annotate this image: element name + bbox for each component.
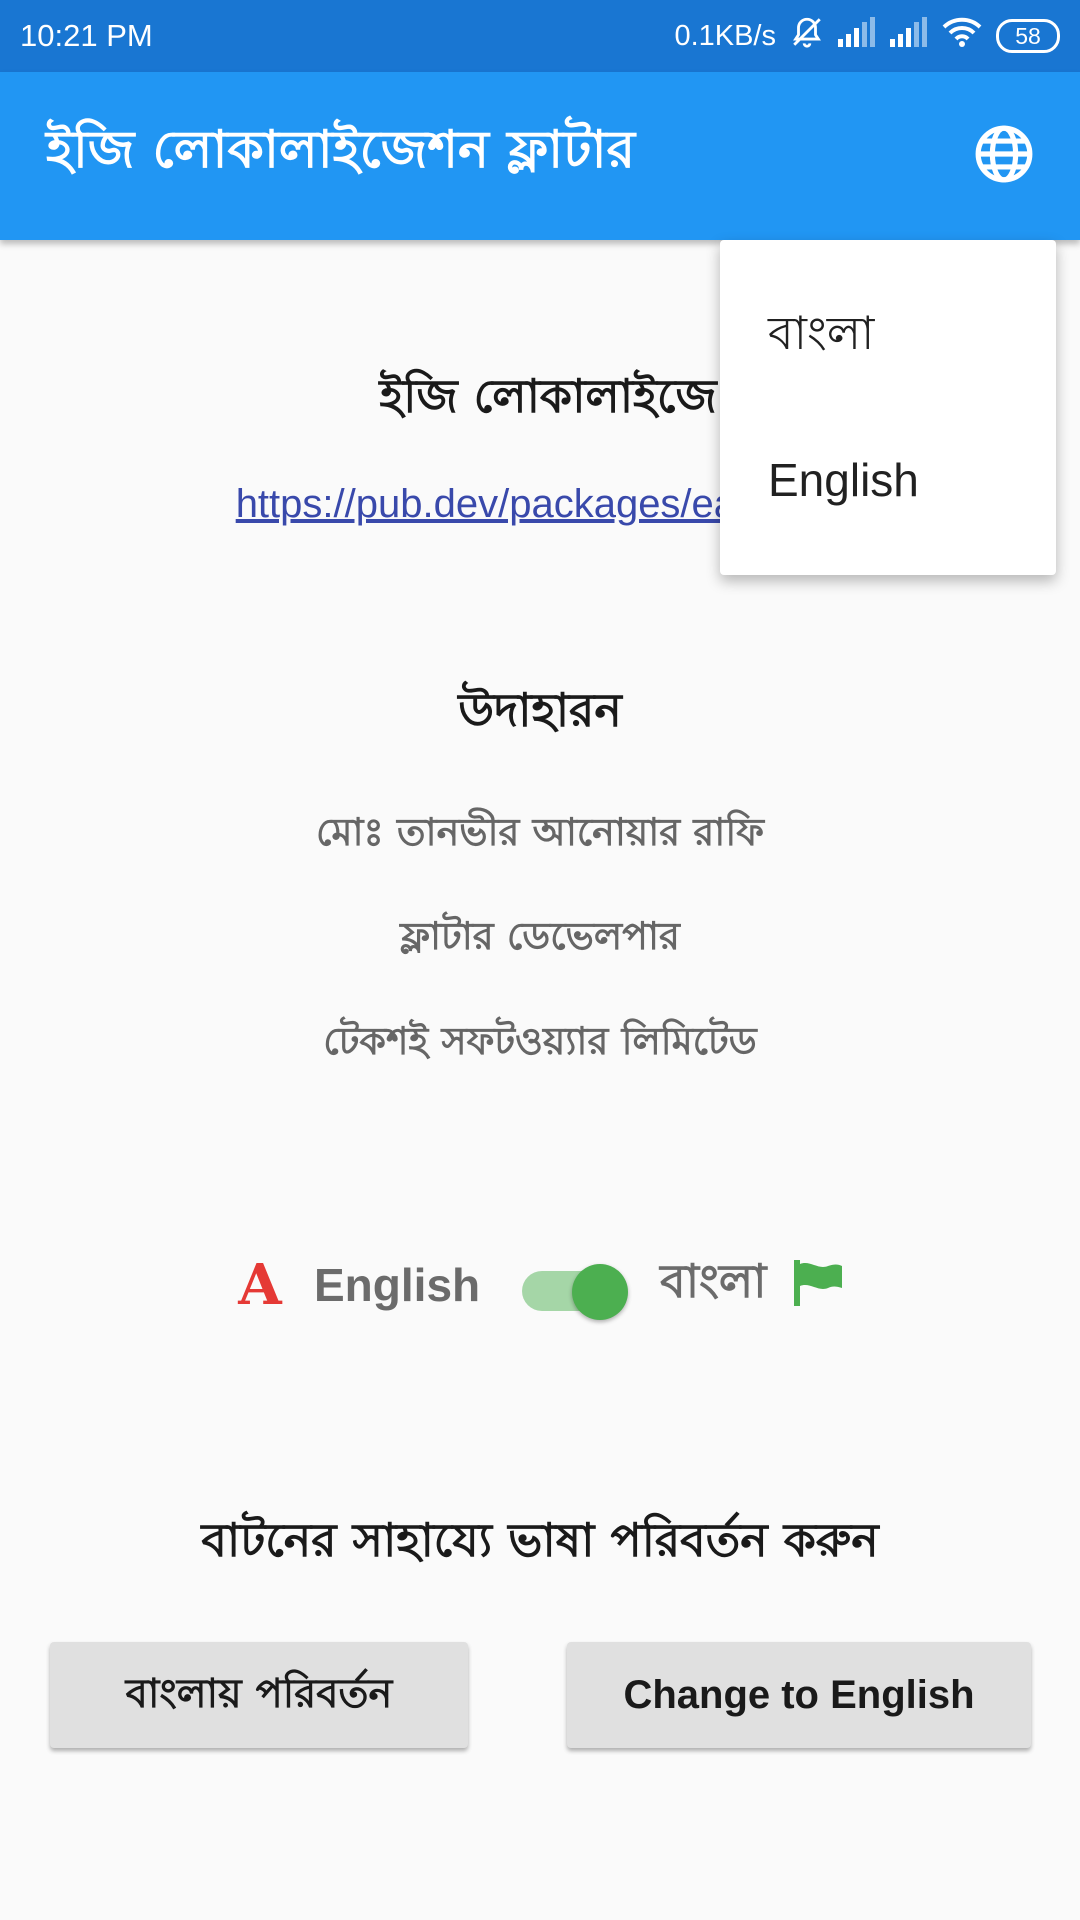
menu-item-bangla[interactable]: বাংলা	[720, 273, 1056, 393]
network-speed: 0.1KB/s	[674, 19, 776, 52]
button-section-heading: বাটনের সাহায্যে ভাষা পরিবর্তন করুন	[201, 1513, 879, 1567]
example-company: টেকশই সফটওয়্যার লিমিটেড	[323, 1019, 757, 1063]
font-icon: A	[238, 1252, 282, 1318]
language-switch[interactable]	[520, 1250, 630, 1320]
globe-icon	[973, 123, 1035, 189]
language-menu-button[interactable]	[968, 120, 1040, 192]
mute-icon	[790, 15, 824, 57]
toggle-label-bangla: বাংলা	[660, 1255, 767, 1307]
signal-icon	[890, 17, 928, 55]
flag-icon	[792, 1258, 844, 1312]
example-role: ফ্লাটার ডেভেলপার	[400, 914, 680, 958]
switch-thumb[interactable]	[572, 1264, 629, 1320]
status-time: 10:21 PM	[20, 18, 153, 53]
app-bar: ইজি লোকালাইজেশন ফ্লাটার	[0, 72, 1080, 240]
signal-icon	[838, 17, 876, 55]
status-bar: 10:21 PM 0.1KB/s 58	[0, 0, 1080, 72]
status-indicators: 0.1KB/s 58	[674, 0, 1060, 72]
language-toggle-row: A English বাংলা	[232, 1250, 844, 1320]
change-to-english-button[interactable]: Change to English	[567, 1642, 1031, 1748]
change-to-bangla-button[interactable]: বাংলায় পরিবর্তন	[50, 1642, 468, 1748]
battery-icon: 58	[996, 19, 1060, 53]
wifi-icon	[942, 16, 982, 56]
toggle-label-english: English	[314, 1259, 481, 1311]
menu-item-english[interactable]: English	[720, 420, 1056, 540]
language-popup-menu: বাংলা English	[720, 240, 1056, 575]
example-heading: উদাহারন	[458, 683, 622, 737]
package-link[interactable]: https://pub.dev/packages/easy_	[236, 482, 799, 526]
example-name: মোঃ তানভীর আনোয়ার রাফি	[316, 810, 764, 854]
app-title: ইজি লোকালাইজেশন ফ্লাটার	[46, 120, 636, 180]
